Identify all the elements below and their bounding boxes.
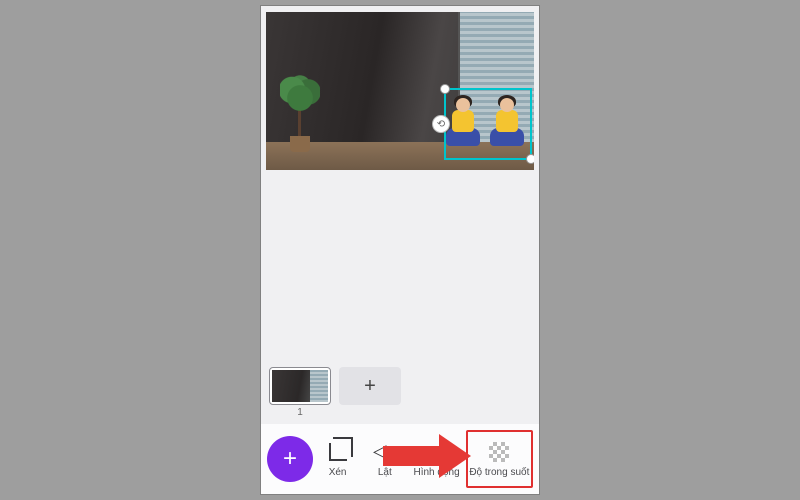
transparency-tool[interactable]: Độ trong suốt bbox=[466, 430, 533, 488]
canvas-area: ⟲ bbox=[261, 6, 539, 170]
add-element-button[interactable]: + bbox=[267, 436, 313, 482]
flip-icon: ◁▷ bbox=[373, 441, 397, 463]
rotate-handle[interactable]: ⟲ bbox=[432, 115, 450, 133]
crop-label: Xén bbox=[329, 467, 347, 478]
transparency-icon bbox=[489, 441, 509, 463]
page-thumb-1-preview[interactable] bbox=[269, 367, 331, 405]
crop-tool[interactable]: Xén bbox=[315, 430, 360, 488]
animate-tool[interactable]: Hình động bbox=[409, 430, 463, 488]
selection-box[interactable]: ⟲ bbox=[444, 88, 532, 160]
plus-icon: + bbox=[364, 375, 376, 398]
plant-pot bbox=[290, 136, 310, 152]
resize-handle-br[interactable] bbox=[526, 154, 534, 164]
crop-icon bbox=[329, 441, 347, 463]
plant-leaves bbox=[280, 74, 320, 114]
bottom-toolbar: + Xén ◁▷ Lật Hình động Độ trong suốt bbox=[261, 424, 539, 494]
page-thumbnails: 1 + bbox=[261, 367, 539, 424]
add-page-button[interactable]: + bbox=[339, 367, 401, 405]
flip-tool[interactable]: ◁▷ Lật bbox=[362, 430, 407, 488]
flip-label: Lật bbox=[378, 467, 392, 478]
canvas-empty-space bbox=[261, 170, 539, 367]
animate-label: Hình động bbox=[413, 467, 459, 478]
design-canvas[interactable]: ⟲ bbox=[266, 12, 534, 170]
resize-handle-tl[interactable] bbox=[440, 84, 450, 94]
rotate-icon: ⟲ bbox=[437, 119, 445, 130]
page-thumb-1-label: 1 bbox=[269, 407, 331, 418]
page-thumb-1[interactable]: 1 bbox=[269, 367, 331, 418]
plus-icon: + bbox=[283, 445, 297, 473]
transparency-label: Độ trong suốt bbox=[469, 467, 529, 478]
app-screen: ⟲ 1 + + Xén ◁▷ Lật Hình độn bbox=[260, 5, 540, 495]
